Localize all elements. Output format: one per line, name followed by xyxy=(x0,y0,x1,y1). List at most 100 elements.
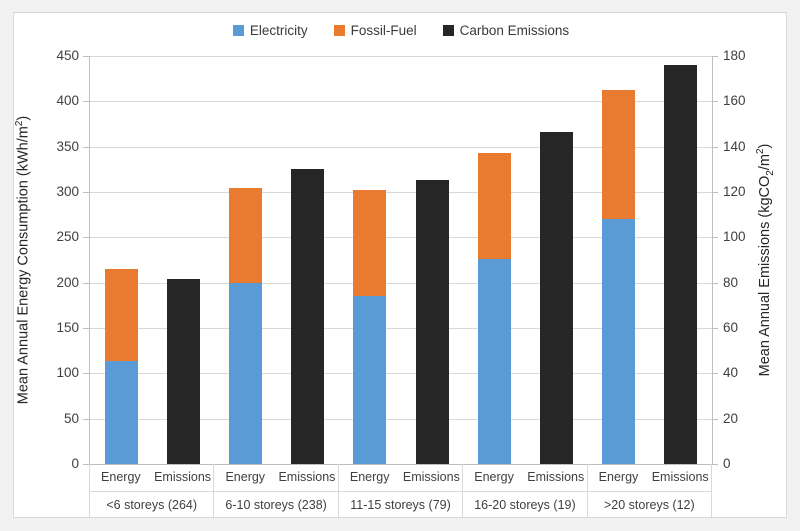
legend-swatch-icon xyxy=(442,25,454,37)
y-axis-right-tick-label: 180 xyxy=(723,48,746,63)
category-group-3: Energy Emissions 16-20 storeys (19) xyxy=(462,464,587,518)
bar-energy-3 xyxy=(477,153,511,464)
y-axis-left-tick-label: 450 xyxy=(56,48,79,63)
y-axis-left-tick xyxy=(83,282,89,284)
y-axis-right-tick xyxy=(712,373,718,375)
y-axis-right-tick xyxy=(712,282,718,284)
y-axis-left-tick xyxy=(83,328,89,329)
bar-energy-4 xyxy=(602,89,636,464)
category-sublabel-emissions: Emissions xyxy=(402,470,460,484)
category-subrow: Energy Emissions xyxy=(214,464,338,492)
y-axis-title-left: Mean Annual Energy Consumption (kWh/m2) xyxy=(13,115,32,405)
category-sublabel-emissions: Emissions xyxy=(651,470,709,484)
y-axis-right-tick xyxy=(712,418,718,420)
category-subrow: Energy Emissions xyxy=(338,464,463,492)
category-label: >20 storeys (12) xyxy=(603,497,695,512)
category-subrow: Energy Emissions xyxy=(587,464,712,492)
bar-segment-electricity xyxy=(104,360,138,464)
y-axis-right-tick-label: 40 xyxy=(723,365,739,381)
bar-segment-fossil-fuel xyxy=(104,269,138,361)
bar-emissions-0 xyxy=(166,279,200,464)
y-axis-left-tick xyxy=(83,101,89,103)
y-axis-left-tick-label: 300 xyxy=(56,184,79,199)
bar-segment-fossil-fuel xyxy=(477,153,511,260)
y-axis-left-tick-label: 400 xyxy=(56,93,79,109)
legend-label: Carbon Emissions xyxy=(459,23,570,38)
category-sublabel-emissions: Emissions xyxy=(278,470,336,484)
y-axis-left-tick xyxy=(83,56,89,57)
bar-emissions-4 xyxy=(664,65,698,464)
y-axis-right-tick-label: 160 xyxy=(723,93,746,109)
chart-legend: Electricity Fossil-Fuel Carbon Emissions xyxy=(14,24,788,38)
legend-swatch-icon xyxy=(232,25,244,37)
y-axis-right-tick xyxy=(712,192,718,193)
y-axis-left-tick xyxy=(83,418,89,420)
y-axis-left-tick-label: 350 xyxy=(56,138,79,154)
category-sublabel-energy: Energy xyxy=(349,470,390,484)
bar-energy-2 xyxy=(353,190,387,464)
y-axis-right-tick-label: 80 xyxy=(723,274,739,290)
category-label: 11-15 storeys (79) xyxy=(350,497,451,512)
category-sublabel-energy: Energy xyxy=(598,470,639,484)
category-label: 6-10 storeys (238) xyxy=(225,497,327,512)
category-sublabel-energy: Energy xyxy=(474,470,514,484)
y-axis-left-tick-label: 50 xyxy=(63,410,79,426)
y-axis-left-tick-label: 200 xyxy=(56,274,79,290)
bar-energy-0 xyxy=(104,269,138,464)
category-sublabel-emissions: Emissions xyxy=(154,470,212,484)
category-sublabel-emissions: Emissions xyxy=(527,470,585,484)
y-axis-left-tick xyxy=(83,237,89,239)
plot-area: 0 50 100 150 200 250 300 350 400 450 0 20 40 60 80 100… xyxy=(56,49,745,470)
y-axis-left-tick-label: 0 xyxy=(71,456,79,471)
bar-segment-electricity xyxy=(229,282,262,464)
figure-root: Electricity Fossil-Fuel Carbon Emissions M… xyxy=(0,0,800,531)
category-subrow: Energy Emissions xyxy=(90,464,214,492)
chart-card: Electricity Fossil-Fuel Carbon Emissions M… xyxy=(13,12,787,518)
bar-emissions-3 xyxy=(540,131,573,464)
bar-segment-fossil-fuel xyxy=(353,190,387,297)
category-label: <6 storeys (264) xyxy=(106,497,198,512)
bar-emissions-1 xyxy=(291,169,325,464)
bar-segment-electricity xyxy=(602,219,636,464)
legend-label: Electricity xyxy=(249,23,308,38)
y-axis-left-tick-label: 250 xyxy=(56,229,79,245)
y-axis-right-tick xyxy=(712,101,718,103)
category-group-1: Energy Emissions 6-10 storeys (238) xyxy=(213,464,338,518)
y-axis-right-tick-label: 20 xyxy=(723,410,739,426)
legend-label: Fossil-Fuel xyxy=(350,23,417,38)
category-sublabel-energy: Energy xyxy=(225,470,266,484)
bar-segment-fossil-fuel xyxy=(602,89,636,220)
category-sublabel-energy: Energy xyxy=(101,470,141,484)
y-axis-left-tick-label: 150 xyxy=(56,320,79,335)
category-group-2: Energy Emissions 11-15 storeys (79) xyxy=(337,464,463,518)
y-axis-right-tick-label: 60 xyxy=(723,320,739,335)
y-axis-right-tick-label: 120 xyxy=(723,184,746,199)
legend-entry-fossil-fuel: Fossil-Fuel xyxy=(333,23,417,38)
bar-energy-1 xyxy=(229,188,262,464)
y-axis-right-tick xyxy=(712,464,718,465)
category-group-0: Energy Emissions <6 storeys (264) xyxy=(89,464,214,518)
bar-emissions-2 xyxy=(415,180,449,464)
y-axis-right-tick-label: 0 xyxy=(723,456,731,471)
y-axis-right-tick-label: 100 xyxy=(723,229,746,245)
y-axis-right-tick xyxy=(712,56,718,57)
y-axis-title-right: Mean Annual Emissions (kgCO2/m2) xyxy=(755,143,776,377)
bar-segment-electricity xyxy=(353,296,387,464)
legend-entry-electricity: Electricity xyxy=(232,23,308,38)
y-axis-left-tick xyxy=(83,146,89,148)
y-axis-right-tick-label: 140 xyxy=(723,138,746,154)
y-axis-left-tick xyxy=(83,373,89,375)
bar-segment-electricity xyxy=(477,259,511,464)
y-axis-left-tick-label: 100 xyxy=(56,365,79,381)
bar-segment-fossil-fuel xyxy=(229,188,262,283)
category-axis: Energy Emissions <6 storeys (264) Energy Emi… xyxy=(89,464,713,518)
y-axis-left-tick xyxy=(83,192,89,193)
category-group-4: Energy Emissions >20 storeys (12) xyxy=(586,464,713,518)
legend-swatch-icon xyxy=(333,25,345,37)
category-label: 16-20 storeys (19) xyxy=(474,497,576,512)
legend-entry-carbon-emissions: Carbon Emissions xyxy=(442,23,570,38)
category-subrow: Energy Emissions xyxy=(463,464,587,492)
y-axis-right-tick xyxy=(712,146,718,148)
y-axis-right-tick xyxy=(712,237,718,239)
bars-layer xyxy=(90,56,712,464)
